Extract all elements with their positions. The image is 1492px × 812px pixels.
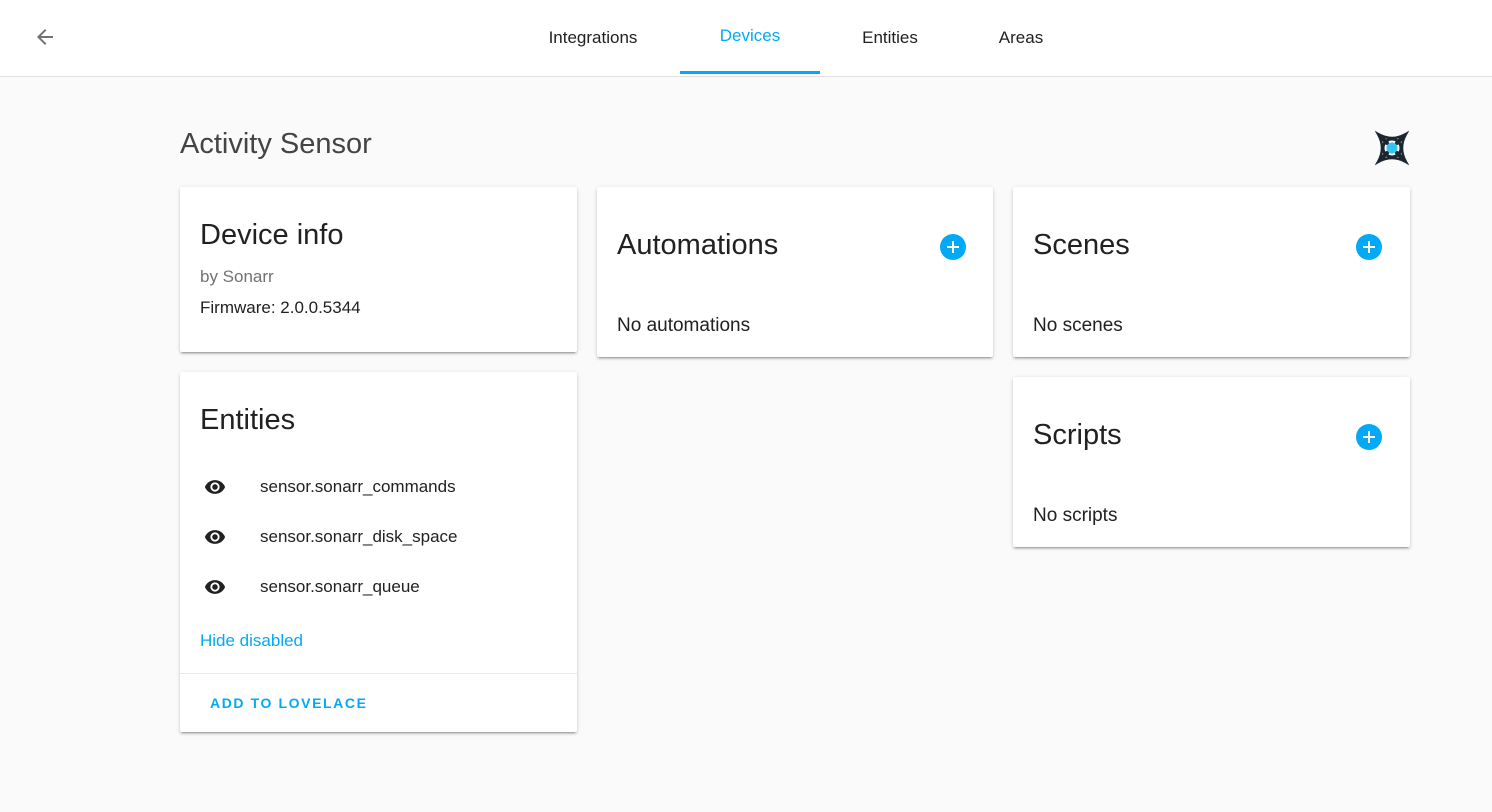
entity-row[interactable]: sensor.sonarr_queue xyxy=(200,572,560,602)
top-app-bar: Integrations Devices Entities Areas xyxy=(0,0,1492,77)
scripts-title: Scripts xyxy=(1033,419,1122,451)
eye-icon xyxy=(200,522,230,552)
scenes-card: Scenes No scenes xyxy=(1013,187,1410,357)
no-scenes-text: No scenes xyxy=(1033,315,1123,336)
firmware-text: Firmware: 2.0.0.5344 xyxy=(200,298,361,317)
add-scene-button[interactable] xyxy=(1356,234,1382,260)
no-scripts-text: No scripts xyxy=(1033,505,1118,526)
page-title: Activity Sensor xyxy=(180,128,372,160)
plus-icon xyxy=(947,241,959,253)
scenes-title: Scenes xyxy=(1033,229,1130,261)
card-actions: ADD TO LOVELACE xyxy=(180,673,577,732)
device-info-title: Device info xyxy=(200,219,344,251)
add-script-button[interactable] xyxy=(1356,424,1382,450)
tab-integrations[interactable]: Integrations xyxy=(527,0,659,76)
entity-row[interactable]: sensor.sonarr_commands xyxy=(200,472,560,502)
tab-devices[interactable]: Devices xyxy=(680,0,820,74)
plus-icon xyxy=(1363,431,1375,443)
sonarr-logo-icon xyxy=(1374,130,1410,166)
tab-bar: Integrations Devices Entities Areas xyxy=(0,0,1492,76)
entity-id-text: sensor.sonarr_commands xyxy=(260,477,456,496)
entity-row[interactable]: sensor.sonarr_disk_space xyxy=(200,522,560,552)
automations-card: Automations No automations xyxy=(597,187,993,357)
scripts-card: Scripts No scripts xyxy=(1013,377,1410,547)
plus-icon xyxy=(1363,241,1375,253)
hide-disabled-link[interactable]: Hide disabled xyxy=(200,631,303,651)
entities-card: Entities sensor.sonarr_commands sensor.s… xyxy=(180,372,577,732)
device-info-card: Device info by Sonarr Firmware: 2.0.0.53… xyxy=(180,187,577,352)
entity-id-text: sensor.sonarr_queue xyxy=(260,577,420,596)
no-automations-text: No automations xyxy=(617,315,751,336)
eye-icon xyxy=(200,572,230,602)
add-automation-button[interactable] xyxy=(940,234,966,260)
manufacturer-text: by Sonarr xyxy=(200,267,274,286)
entities-title: Entities xyxy=(200,404,296,436)
tab-entities[interactable]: Entities xyxy=(840,0,940,76)
tab-areas[interactable]: Areas xyxy=(980,0,1062,76)
entity-id-text: sensor.sonarr_disk_space xyxy=(260,527,458,546)
add-to-lovelace-button[interactable]: ADD TO LOVELACE xyxy=(200,682,378,724)
eye-icon xyxy=(200,472,230,502)
automations-title: Automations xyxy=(617,229,779,261)
